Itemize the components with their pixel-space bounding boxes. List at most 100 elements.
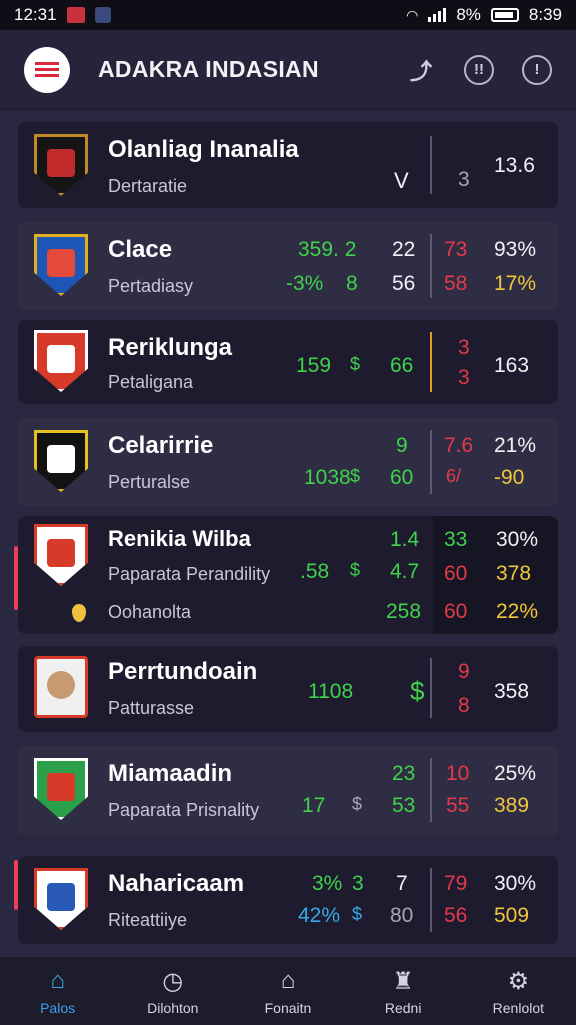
battery-percent: 8% [456,5,481,24]
signal-icon [428,8,447,22]
stat-value: .58 [300,560,330,583]
team-subtitle: Patturasse [108,698,195,718]
column-divider [430,658,432,718]
stat-value: 3% [312,872,343,895]
column-divider [430,868,432,932]
team-subtitle: Paparata Prisnality [108,800,260,820]
list-item[interactable]: Miamaadin Paparata Prisnality 23 17 $ 53… [18,746,558,836]
stat-value: 79 [444,872,468,895]
info-icon[interactable]: ! [522,54,552,85]
list-item[interactable]: Clace Pertadiasy 359. 2 22 -3% 8 56 73 5… [18,222,558,310]
team-detail: Oohanolta [108,602,192,622]
team-subtitle: Riteattiiye [108,910,188,930]
currency-icon: $ [352,904,363,924]
stat-value: 56 [444,904,468,927]
stat-value: 3 [458,336,470,359]
list-item[interactable]: Naharicaam Riteattiiye 3% 3 7 42% $ 80 7… [18,856,558,944]
team-crest [34,430,88,492]
stat-value: 3 [458,366,470,389]
house-icon: ⌂ [280,967,296,994]
home-icon: ⌂ [50,967,65,994]
stat-value: 66 [390,354,414,377]
stat-value: 1038 [304,466,351,489]
stat-value: 3 [458,168,470,191]
status-time: 12:31 [14,5,57,24]
nav-label: Renlolot [492,1000,545,1016]
currency-icon: $ [410,676,425,706]
list-item[interactable]: Celarirrie Perturalse 9 1038 $ 60 7.6 6/… [18,418,558,506]
team-subtitle: Dertaratie [108,176,188,196]
stat-value: 9 [458,660,470,683]
stat-value: 93% [494,238,537,261]
column-divider [430,430,432,494]
nav-label: Palos [40,1000,76,1016]
notification-app-icon [66,7,85,23]
stat-value: 73 [444,238,468,261]
dropdown-chevron-icon[interactable]: V [394,168,409,194]
stat-value: 7.6 [444,434,474,457]
notification-app-icon-2 [94,7,111,23]
stat-value: -90 [494,466,525,489]
stat-value: 30% [496,528,539,551]
app-logo[interactable] [24,46,70,93]
nav-item-palos[interactable]: ⌂ Palos [8,966,108,1016]
wifi-icon: ◠ [406,6,419,23]
stat-value: 359. 2 [298,238,357,261]
column-divider [430,136,432,194]
team-crest [34,234,88,296]
stat-value: 8 [346,272,358,295]
stat-value: 10 [446,762,470,785]
stat-value: 1108 [308,680,354,703]
currency-icon: $ [352,794,363,814]
nav-item-fonaitn[interactable]: ⌂ Fonaitn [238,966,338,1016]
player-avatar [34,656,88,718]
team-subtitle: Pertadiasy [108,276,194,296]
stat-value: 25% [494,762,537,785]
list-item[interactable]: Perrtundoain Patturasse 1108 $ 9 8 358 [18,646,558,732]
battery-icon [490,8,519,22]
team-name: Celarirrie [108,432,214,459]
list-item[interactable]: Olanliag Inanalia Dertaratie V 3 13.6 [18,122,558,208]
stat-value: 4.7 [390,560,420,583]
status-clock: 8:39 [528,5,562,24]
stat-value: 6/ [446,466,462,486]
stat-value: 30% [494,872,537,895]
gear-icon: ⚙ [507,967,530,995]
currency-icon: $ [350,560,361,580]
trophy-icon: ♜ [392,967,414,995]
stat-value: 389 [494,794,530,817]
nav-item-dilohton[interactable]: ◷ Dilohton [123,966,223,1017]
nav-label: Redni [384,1000,422,1016]
stat-value: 21% [494,434,537,457]
list-item[interactable]: Reriklunga Petaligana 159 $ 66 3 3 163 [18,320,558,404]
team-name: Naharicaam [108,870,245,897]
column-divider [430,332,432,392]
stat-value: 55 [446,794,470,817]
team-subtitle: Petaligana [108,372,194,392]
team-name: Perrtundoain [108,658,258,685]
stat-value: 159 [296,354,332,377]
currency-icon: $ [350,466,361,486]
team-crest [34,524,88,586]
team-name: Olanliag Inanalia [108,136,299,163]
app-bar: ADAKRA INDASIAN ⤴ !! ! [0,30,576,110]
nav-label: Fonaitn [264,1000,312,1016]
stat-value: 13.6 [494,154,535,177]
share-icon[interactable]: ⤴ [406,55,436,85]
drop-icon [72,604,86,622]
status-bar: 12:31 ◠ 8% 8:39 [0,0,576,30]
stat-value: 17% [494,272,537,295]
nav-item-renlolot[interactable]: ⚙ Renlolot [468,966,568,1017]
currency-icon: $ [350,354,361,374]
list-item[interactable]: Renikia Wilba Paparata Perandility Oohan… [18,516,558,634]
stat-value: -3% [286,272,324,295]
team-name: Renikia Wilba [108,526,251,551]
team-name: Clace [108,236,173,263]
stat-value: 378 [496,562,532,585]
stat-value: 258 [386,600,422,623]
nav-item-redni[interactable]: ♜ Redni [353,966,453,1017]
stat-value: 60 [444,600,468,623]
stats-icon[interactable]: !! [464,54,494,85]
bottom-navigation: ⌂ Palos ◷ Dilohton ⌂ Fonaitn ♜ Redni ⚙ R… [0,956,576,1025]
stat-value: 22 [392,238,416,261]
